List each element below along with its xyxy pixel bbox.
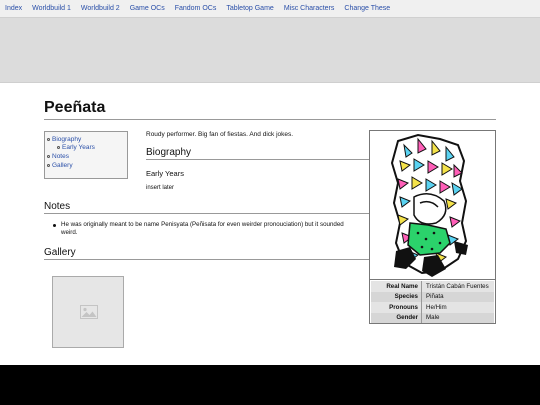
infobox-label: Real Name bbox=[371, 281, 422, 292]
notes-heading: Notes bbox=[44, 201, 71, 212]
nav-link-misc-characters[interactable]: Misc Characters bbox=[279, 5, 340, 12]
infobox-label: Gender bbox=[371, 312, 422, 323]
nav-link-worldbuild-2[interactable]: Worldbuild 2 bbox=[76, 5, 125, 12]
gallery-heading: Gallery bbox=[44, 247, 76, 258]
nav-link-worldbuild-1[interactable]: Worldbuild 1 bbox=[27, 5, 76, 12]
biography-heading: Biography bbox=[146, 147, 192, 158]
biography-divider bbox=[146, 159, 370, 160]
table-row: Species Piñata bbox=[371, 291, 494, 302]
nav-link-tabletop-game[interactable]: Tabletop Game bbox=[221, 5, 278, 12]
bullet-icon bbox=[53, 224, 56, 227]
image-placeholder-icon bbox=[80, 305, 98, 319]
notes-divider bbox=[44, 213, 370, 214]
header-banner bbox=[0, 18, 540, 83]
toc-bullet-icon bbox=[47, 155, 50, 158]
toc-bullet-icon bbox=[47, 164, 50, 167]
early-years-text: insert later bbox=[146, 185, 175, 191]
early-years-heading: Early Years bbox=[146, 169, 184, 178]
table-row: Pronouns He/Him bbox=[371, 302, 494, 313]
intro-text: Roudy performer. Big fan of fiestas. And… bbox=[146, 131, 294, 138]
toc-item-early-years: Early Years bbox=[57, 144, 95, 151]
table-of-contents: Biography Early Years Notes Gallery bbox=[44, 131, 128, 179]
title-divider bbox=[44, 119, 496, 120]
nav-link-game-ocs[interactable]: Game OCs bbox=[125, 5, 170, 12]
infobox-value: Male bbox=[421, 312, 494, 323]
table-row: Real Name Tristán Cabán Fuentes bbox=[371, 281, 494, 292]
nav-link-change-these[interactable]: Change These bbox=[339, 5, 395, 12]
table-row: Gender Male bbox=[371, 312, 494, 323]
page-content: Peeñata Biography Early Years Notes Gall… bbox=[0, 83, 540, 365]
infobox-value: He/Him bbox=[421, 302, 494, 313]
gallery-divider bbox=[44, 259, 370, 260]
toc-link-gallery[interactable]: Gallery bbox=[52, 162, 73, 169]
gallery-thumbnail[interactable] bbox=[52, 276, 124, 348]
toc-link-biography[interactable]: Biography bbox=[52, 136, 81, 143]
toc-bullet-icon bbox=[47, 138, 50, 141]
infobox-table: Real Name Tristán Cabán Fuentes Species … bbox=[371, 281, 494, 323]
infobox-value: Tristán Cabán Fuentes bbox=[421, 281, 494, 292]
toc-item-gallery: Gallery bbox=[47, 162, 73, 169]
nav-link-fandom-ocs[interactable]: Fandom OCs bbox=[170, 5, 222, 12]
notes-list: He was originally meant to be name Penis… bbox=[52, 221, 358, 237]
toc-link-notes[interactable]: Notes bbox=[52, 153, 69, 160]
page-title: Peeñata bbox=[44, 99, 106, 116]
toc-item-notes: Notes bbox=[47, 153, 69, 160]
note-text: He was originally meant to be name Penis… bbox=[61, 221, 344, 236]
toc-item-biography: Biography bbox=[47, 136, 81, 143]
character-infobox: Real Name Tristán Cabán Fuentes Species … bbox=[369, 130, 496, 324]
top-navigation: Index Worldbuild 1 Worldbuild 2 Game OCs… bbox=[0, 0, 540, 18]
infobox-value: Piñata bbox=[421, 291, 494, 302]
nav-link-index[interactable]: Index bbox=[0, 5, 27, 12]
pinata-character-illustration bbox=[390, 133, 468, 277]
list-item: He was originally meant to be name Penis… bbox=[52, 221, 358, 237]
toc-bullet-icon bbox=[57, 146, 60, 149]
toc-link-early-years[interactable]: Early Years bbox=[62, 144, 95, 151]
infobox-label: Species bbox=[371, 291, 422, 302]
infobox-label: Pronouns bbox=[371, 302, 422, 313]
character-portrait bbox=[370, 131, 495, 280]
